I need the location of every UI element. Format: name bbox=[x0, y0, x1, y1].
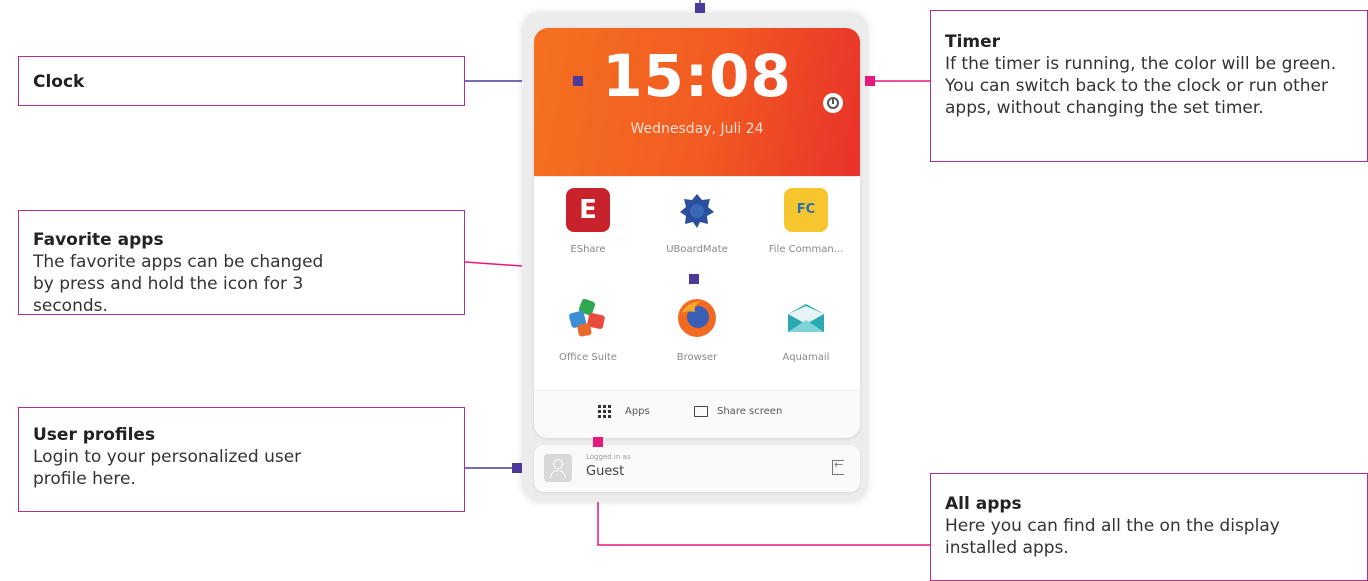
callout-timer-title: Timer bbox=[945, 32, 1001, 52]
marker-clock bbox=[573, 76, 583, 86]
home-card: 15:08 Wednesday, Juli 24 E EShare UBoard… bbox=[534, 28, 860, 438]
app-label: Office Suite bbox=[559, 352, 617, 363]
callout-user-profiles: User profiles Login to your personalized… bbox=[18, 407, 465, 512]
marker-all-apps bbox=[593, 437, 603, 447]
callout-user-profiles-desc: Login to your personalized user profile … bbox=[33, 447, 302, 489]
avatar-icon bbox=[544, 454, 572, 482]
marker-timer bbox=[865, 76, 875, 86]
marker-top bbox=[695, 3, 705, 13]
app-label: UBoardMate bbox=[666, 244, 728, 255]
callout-timer-desc: If the timer is running, the color will … bbox=[945, 54, 1337, 118]
app-uboardmate[interactable]: UBoardMate bbox=[643, 188, 751, 255]
app-eshare[interactable]: E EShare bbox=[534, 188, 642, 255]
login-icon[interactable] bbox=[832, 458, 844, 475]
logged-in-as-label: Logged in as bbox=[586, 453, 631, 461]
marker-favorite-apps bbox=[689, 274, 699, 284]
eshare-icon: E bbox=[566, 188, 610, 232]
app-aquamail[interactable]: Aquamail bbox=[752, 296, 860, 363]
callout-favorite-apps: Favorite apps The favorite apps can be c… bbox=[18, 210, 465, 316]
apps-grid-icon[interactable] bbox=[598, 405, 612, 419]
callout-all-apps-desc: Here you can find all the on the display… bbox=[945, 516, 1280, 558]
apps-button[interactable]: Apps bbox=[625, 406, 650, 417]
share-screen-button[interactable]: Share screen bbox=[717, 406, 782, 417]
user-profile-bar[interactable]: Logged in as Guest bbox=[534, 445, 860, 492]
app-file-commander[interactable]: FC File Comman... bbox=[752, 188, 860, 255]
callout-clock: Clock bbox=[18, 56, 465, 106]
callout-favorite-apps-title: Favorite apps bbox=[33, 230, 164, 250]
callout-favorite-apps-desc: The favorite apps can be changed by pres… bbox=[33, 252, 324, 316]
clock-date: Wednesday, Juli 24 bbox=[630, 121, 764, 137]
browser-icon bbox=[675, 296, 719, 340]
timer-icon[interactable] bbox=[823, 93, 843, 113]
uboardmate-icon bbox=[675, 188, 719, 232]
share-screen-icon[interactable] bbox=[694, 406, 708, 417]
callout-timer: Timer If the timer is running, the color… bbox=[930, 10, 1368, 162]
clock-widget[interactable]: 15:08 Wednesday, Juli 24 bbox=[534, 28, 860, 176]
favorite-apps-grid: E EShare UBoardMate FC File Comman... Of… bbox=[534, 188, 860, 388]
marker-user-profiles bbox=[512, 463, 522, 473]
app-label: EShare bbox=[570, 244, 606, 255]
user-name: Guest bbox=[586, 464, 625, 479]
aquamail-icon bbox=[784, 296, 828, 340]
callout-all-apps-title: All apps bbox=[945, 494, 1022, 514]
callout-user-profiles-title: User profiles bbox=[33, 425, 156, 445]
callout-clock-title: Clock bbox=[33, 72, 85, 92]
office-suite-icon bbox=[566, 296, 610, 340]
app-label: Aquamail bbox=[782, 352, 830, 363]
app-label: Browser bbox=[676, 352, 718, 363]
bottom-bar: Apps Share screen bbox=[534, 390, 860, 438]
callout-all-apps: All apps Here you can find all the on th… bbox=[930, 473, 1368, 581]
app-label: File Comman... bbox=[768, 244, 844, 255]
app-browser[interactable]: Browser bbox=[643, 296, 751, 363]
app-office-suite[interactable]: Office Suite bbox=[534, 296, 642, 363]
file-commander-icon: FC bbox=[784, 188, 828, 232]
divider bbox=[534, 176, 860, 177]
